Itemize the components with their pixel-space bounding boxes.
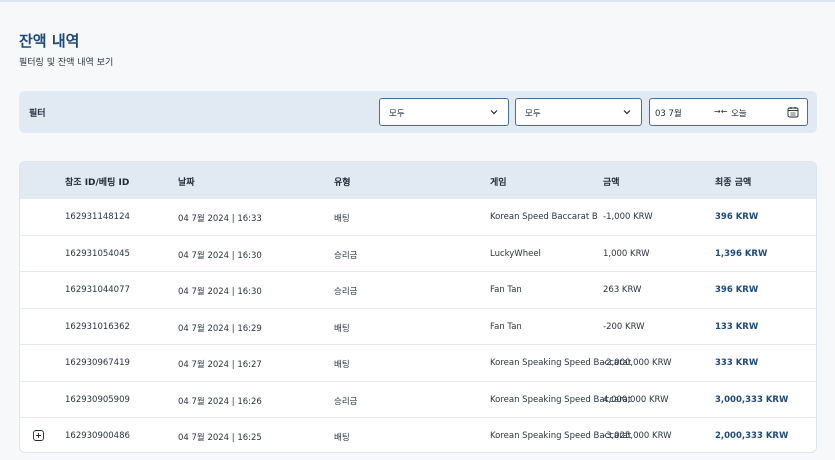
cell-final-amount: 1,396 KRW: [715, 248, 768, 259]
filter-bar: 필터 모두 모두 03 7월 →← 오늘: [19, 91, 817, 133]
type-filter-value: 모두: [389, 109, 405, 119]
cell-type: 배팅: [334, 323, 350, 334]
calendar-icon[interactable]: [787, 106, 799, 118]
page-title: 잔액 내역: [19, 32, 80, 50]
game-filter-select[interactable]: 모두: [515, 98, 642, 126]
page-subtitle: 필터링 및 잔액 내역 보기: [19, 58, 114, 68]
cell-date: 04 7월 2024 | 16:30: [178, 250, 262, 261]
cell-date: 04 7월 2024 | 16:29: [178, 323, 262, 334]
cell-final-amount: 333 KRW: [715, 358, 759, 368]
table-header: 참조 ID/베팅 ID 날짜 유형 게임 금액 최종 금액: [20, 162, 816, 198]
cell-final-amount: 396 KRW: [715, 212, 759, 222]
cell-ref-id: 162930905909: [65, 394, 130, 405]
cell-ref-id: 162931044077: [65, 285, 130, 295]
cell-game: Fan Tan: [490, 321, 522, 332]
date-range-picker[interactable]: 03 7월 →← 오늘: [649, 98, 808, 126]
cell-type: 배팅: [334, 433, 350, 443]
cell-date: 04 7월 2024 | 16:26: [178, 396, 262, 407]
cell-amount: 263 KRW: [603, 285, 642, 295]
column-header-game: 게임: [490, 178, 507, 188]
cell-type: 승리금: [334, 396, 358, 407]
cell-date: 04 7월 2024 | 16:33: [178, 214, 262, 224]
table-row[interactable]: 162930900486 04 7월 2024 | 16:25 배팅 Korea…: [20, 417, 816, 452]
column-header-final-amount: 최종 금액: [715, 178, 752, 188]
date-to: 오늘: [731, 109, 747, 119]
table-row[interactable]: 162931054045 04 7월 2024 | 16:30 승리금 Luck…: [20, 234, 816, 272]
cell-ref-id: 162930967419: [65, 358, 130, 368]
cell-game: Fan Tan: [490, 285, 522, 295]
filter-label: 필터: [29, 109, 46, 119]
cell-date: 04 7월 2024 | 16:30: [178, 287, 262, 297]
chevron-down-icon: [623, 110, 631, 115]
game-filter-value: 모두: [525, 109, 541, 119]
cell-type: 승리금: [334, 287, 358, 297]
type-filter-select[interactable]: 모두: [379, 98, 509, 126]
cell-amount: -1,000 KRW: [603, 212, 653, 222]
cell-type: 배팅: [334, 214, 350, 224]
cell-date: 04 7월 2024 | 16:27: [178, 360, 262, 370]
table-row[interactable]: 162931044077 04 7월 2024 | 16:30 승리금 Fan …: [20, 271, 816, 308]
cell-final-amount: 2,000,333 KRW: [715, 431, 789, 441]
cell-game: Korean Speed Baccarat B: [490, 212, 598, 222]
column-header-ref-id: 참조 ID/베팅 ID: [65, 178, 130, 188]
expand-plus-icon[interactable]: [33, 430, 44, 441]
cell-final-amount: 133 KRW: [715, 321, 759, 332]
cell-final-amount: 3,000,333 KRW: [715, 394, 789, 405]
cell-ref-id: 162931054045: [65, 248, 130, 259]
cell-amount: -2,000,000 KRW: [603, 358, 672, 368]
cell-game: LuckyWheel: [490, 248, 541, 259]
column-header-type: 유형: [334, 178, 351, 188]
table-row[interactable]: 162931016362 04 7월 2024 | 16:29 배팅 Fan T…: [20, 307, 816, 345]
cell-amount: -200 KRW: [603, 321, 645, 332]
cell-ref-id: 162931148124: [65, 212, 130, 222]
top-divider: [0, 0, 835, 2]
cell-amount: -3,025,000 KRW: [603, 431, 672, 441]
cell-amount: 4,000,000 KRW: [603, 394, 669, 405]
cell-ref-id: 162931016362: [65, 321, 130, 332]
table-row[interactable]: 162930905909 04 7월 2024 | 16:26 승리금 Kore…: [20, 380, 816, 418]
cell-type: 승리금: [334, 250, 358, 261]
column-header-amount: 금액: [603, 178, 620, 188]
cell-date: 04 7월 2024 | 16:25: [178, 433, 262, 443]
cell-final-amount: 396 KRW: [715, 285, 759, 295]
balance-history-table: 참조 ID/베팅 ID 날짜 유형 게임 금액 최종 금액 1629311481…: [19, 161, 817, 453]
column-header-date: 날짜: [178, 178, 195, 188]
cell-amount: 1,000 KRW: [603, 248, 650, 259]
chevron-down-icon: [490, 110, 498, 115]
cell-type: 배팅: [334, 360, 350, 370]
date-from: 03 7월: [655, 109, 682, 119]
table-row[interactable]: 162931148124 04 7월 2024 | 16:33 배팅 Korea…: [20, 198, 816, 235]
cell-ref-id: 162930900486: [65, 431, 130, 441]
table-row[interactable]: 162930967419 04 7월 2024 | 16:27 배팅 Korea…: [20, 344, 816, 381]
date-range-arrow: →←: [714, 107, 728, 116]
